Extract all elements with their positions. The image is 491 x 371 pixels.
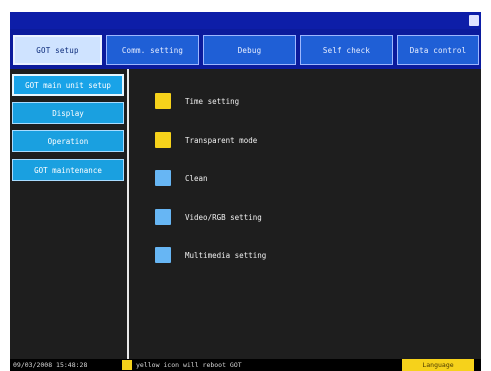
tab-data-control[interactable]: Data control xyxy=(397,35,479,65)
tab-got-setup[interactable]: GOT setup xyxy=(13,35,102,65)
sidebar-item-display[interactable]: Display xyxy=(12,102,124,124)
menu-item-label: Clean xyxy=(185,173,208,183)
menu-item-time-setting[interactable]: Time setting xyxy=(155,92,239,110)
menu-item-multimedia-setting[interactable]: Multimedia setting xyxy=(155,246,266,264)
menu-item-video-rgb-setting[interactable]: Video/RGB setting xyxy=(155,208,262,226)
menu-item-label: Transparent mode xyxy=(185,135,258,145)
yellow-square-icon xyxy=(122,360,132,370)
window-corner-icon xyxy=(469,15,479,26)
main-panel: Time setting Transparent mode Clean Vide… xyxy=(129,69,481,359)
title-bar xyxy=(10,12,481,29)
yellow-square-icon xyxy=(155,93,171,109)
tab-comm-setting[interactable]: Comm. setting xyxy=(106,35,199,65)
got-screen: GOT setup Comm. setting Debug Self check… xyxy=(10,12,481,371)
menu-item-label: Video/RGB setting xyxy=(185,212,262,222)
sidebar-item-got-main-unit-setup[interactable]: GOT main unit setup xyxy=(12,74,124,96)
tab-self-check[interactable]: Self check xyxy=(300,35,393,65)
tab-debug[interactable]: Debug xyxy=(203,35,296,65)
blue-square-icon xyxy=(155,209,171,225)
sidebar-item-got-maintenance[interactable]: GOT maintenance xyxy=(12,159,124,181)
menu-item-transparent-mode[interactable]: Transparent mode xyxy=(155,131,257,149)
menu-item-label: Multimedia setting xyxy=(185,250,267,260)
status-datetime: 09/03/2008 15:48:28 xyxy=(13,361,88,369)
language-button[interactable]: Language xyxy=(402,359,474,371)
status-bar: 09/03/2008 15:48:28 yellow icon will reb… xyxy=(10,359,481,371)
blue-square-icon xyxy=(155,247,171,263)
yellow-square-icon xyxy=(155,132,171,148)
tab-strip: GOT setup Comm. setting Debug Self check… xyxy=(10,29,481,69)
sidebar: GOT main unit setup Display Operation GO… xyxy=(10,69,127,359)
blue-square-icon xyxy=(155,170,171,186)
sidebar-item-operation[interactable]: Operation xyxy=(12,130,124,152)
menu-item-label: Time setting xyxy=(185,96,240,106)
status-note: yellow icon will reboot GOT xyxy=(136,361,242,369)
menu-item-clean[interactable]: Clean xyxy=(155,169,208,187)
